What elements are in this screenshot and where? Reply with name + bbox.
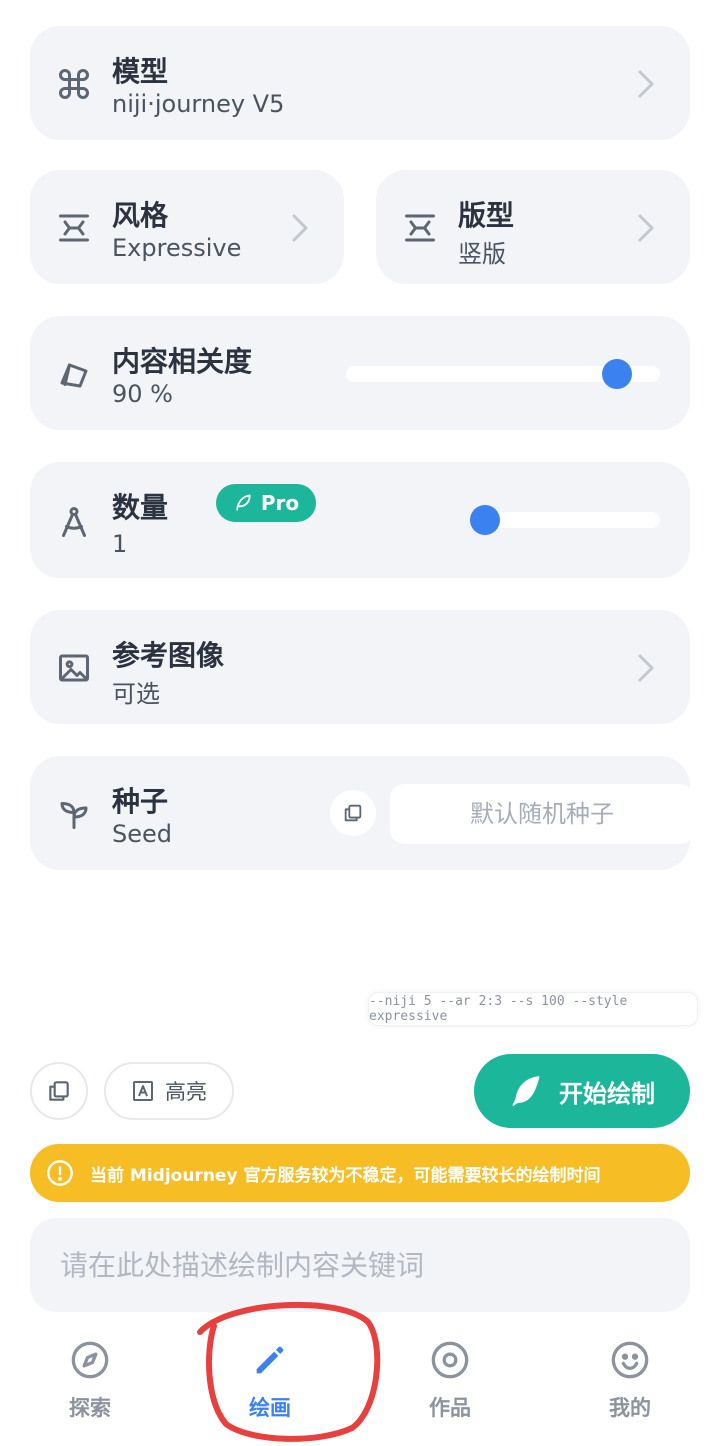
style-value: Expressive (112, 234, 242, 262)
chevron-right-icon (288, 210, 312, 246)
pro-badge-label: Pro (260, 491, 300, 515)
seed-subtitle: Seed (112, 820, 172, 848)
seed-title: 种子 (112, 785, 169, 818)
tab-draw-label: 绘画 (249, 1396, 291, 1420)
info-circle-icon (47, 1160, 73, 1186)
style-card[interactable]: 风格 Expressive (30, 170, 344, 284)
copy-icon (49, 1081, 69, 1101)
quantity-slider-knob[interactable] (470, 505, 500, 535)
model-value: niji·journey V5 (112, 90, 285, 118)
pro-badge: Pro (216, 484, 316, 522)
style-title: 风格 (112, 199, 169, 232)
relevance-card: 内容相关度 90 % (30, 316, 690, 430)
notice-text: 当前 Midjourney 官方服务较为不稳定，可能需要较长的绘制时间 (90, 1165, 601, 1186)
shapes-icon (54, 354, 94, 394)
tab-mine[interactable]: 我的 (570, 1340, 690, 1430)
relevance-slider-knob[interactable] (601, 359, 632, 389)
start-drawing-label: 开始绘制 (559, 1079, 655, 1108)
quantity-card: 数量 Pro 1 (30, 462, 690, 578)
compass-tool-icon (54, 502, 94, 542)
prompt-input[interactable] (30, 1218, 690, 1312)
seed-card: 种子 Seed (30, 756, 694, 870)
highlight-label: 高亮 (165, 1080, 207, 1104)
quantity-title: 数量 (112, 491, 169, 524)
relevance-slider[interactable] (346, 359, 660, 389)
copy-icon (344, 804, 362, 822)
seed-copy-button[interactable] (330, 790, 376, 836)
seed-input[interactable] (390, 784, 694, 844)
reference-image-card[interactable]: 参考图像 可选 (30, 610, 690, 724)
pencil-icon (256, 1346, 284, 1374)
target-icon (431, 1341, 469, 1379)
layout-card[interactable]: 版型 竖版 (376, 170, 690, 284)
relevance-value: 90 % (112, 380, 173, 408)
layout-value: 竖版 (458, 240, 506, 268)
image-icon (54, 648, 94, 688)
tab-works-label: 作品 (429, 1396, 471, 1420)
chevron-right-icon (634, 66, 658, 102)
reference-title: 参考图像 (112, 639, 225, 672)
model-title: 模型 (112, 55, 169, 88)
spacing-icon (54, 208, 94, 248)
chevron-right-icon (634, 650, 658, 686)
chevron-right-icon (634, 210, 658, 246)
feather-icon (512, 1076, 540, 1106)
highlight-button[interactable]: 高亮 (104, 1062, 234, 1120)
service-notice: 当前 Midjourney 官方服务较为不稳定，可能需要较长的绘制时间 (30, 1144, 690, 1202)
start-drawing-button[interactable]: 开始绘制 (474, 1054, 690, 1128)
tab-mine-label: 我的 (609, 1396, 651, 1420)
text-box-icon (133, 1081, 153, 1101)
reference-value: 可选 (112, 680, 160, 708)
layout-title: 版型 (458, 199, 515, 232)
tab-draw[interactable]: 绘画 (210, 1340, 330, 1430)
feather-icon (236, 494, 251, 511)
relevance-title: 内容相关度 (112, 345, 253, 378)
compass-icon (71, 1341, 109, 1379)
copy-params-button[interactable] (30, 1062, 88, 1120)
model-card[interactable]: 模型 niji·journey V5 (30, 26, 690, 140)
sprout-icon (54, 794, 94, 834)
tab-works[interactable]: 作品 (390, 1340, 510, 1430)
tab-explore[interactable]: 探索 (30, 1340, 150, 1430)
tab-explore-label: 探索 (69, 1396, 111, 1420)
quantity-slider[interactable] (470, 505, 660, 535)
quantity-value: 1 (112, 530, 128, 558)
smiley-icon (611, 1341, 649, 1379)
command-icon (54, 64, 94, 104)
spacing-icon (400, 208, 440, 248)
params-readout: --niji 5 --ar 2:3 --s 100 --style expres… (368, 992, 698, 1026)
